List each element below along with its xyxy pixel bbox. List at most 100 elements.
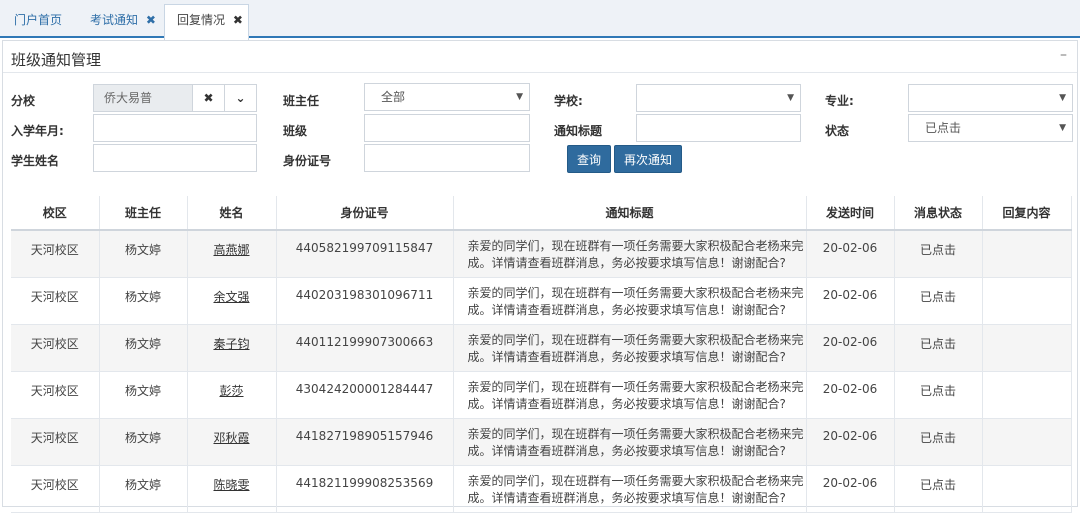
cell-status: 已点击 <box>894 465 983 513</box>
cell-campus: 天河校区 <box>11 371 100 419</box>
cell-teacher: 杨文婷 <box>99 324 188 372</box>
chevron-down-icon[interactable]: ⌄ <box>224 85 256 111</box>
cell-campus: 天河校区 <box>11 324 100 372</box>
tab-label: 考试通知 <box>90 13 139 27</box>
cell-id: 440112199907300663 <box>276 324 454 372</box>
student-name-input[interactable] <box>93 144 257 172</box>
cell-id: 441827198905157946 <box>276 418 454 466</box>
student-name-link[interactable]: 陈晓雯 <box>213 478 249 492</box>
cell-time: 20-02-06 <box>806 465 895 513</box>
cell-campus: 天河校区 <box>11 230 100 278</box>
enroll-date-input[interactable] <box>93 114 257 142</box>
select-arrow-icon: ▼ <box>787 93 794 103</box>
status-value: 已点击 <box>925 121 962 135</box>
clear-icon[interactable]: ✖ <box>192 85 224 111</box>
student-name-link[interactable]: 高燕娜 <box>213 243 249 257</box>
col-header-id[interactable]: 身份证号 <box>276 196 454 231</box>
cell-id: 440203198301096711 <box>276 277 454 325</box>
close-icon[interactable]: ✖ <box>146 13 156 27</box>
tab-label: 门户首页 <box>14 13 63 27</box>
col-header-time[interactable]: 发送时间 <box>806 196 895 231</box>
cell-reply <box>982 465 1072 513</box>
col-header-status[interactable]: 消息状态 <box>894 196 983 231</box>
status-label: 状态 <box>825 124 850 138</box>
cell-name: 高燕娜 <box>187 230 277 278</box>
cell-title: 亲爱的同学们，现在班群有一项任务需要大家积极配合老杨来完成。详情请查看班群消息，… <box>453 418 807 466</box>
major-select[interactable]: ▼ <box>908 84 1073 112</box>
tab-reply-status[interactable]: 回复情况 ✖ <box>164 4 249 40</box>
cell-campus: 天河校区 <box>11 465 100 513</box>
class-input[interactable] <box>364 114 530 142</box>
tab-portal-home[interactable]: 门户首页 <box>14 6 62 38</box>
cell-time: 20-02-06 <box>806 324 895 372</box>
cell-name: 秦子钧 <box>187 324 277 372</box>
close-icon[interactable]: ✖ <box>233 13 243 27</box>
cell-reply <box>982 371 1072 419</box>
cell-title: 亲爱的同学们，现在班群有一项任务需要大家积极配合老杨来完成。详情请查看班群消息，… <box>453 324 807 372</box>
major-label: 专业: <box>825 94 854 108</box>
teacher-select[interactable]: 全部 ▼ <box>364 83 530 111</box>
student-name-link[interactable]: 秦子钧 <box>213 337 249 351</box>
cell-title: 亲爱的同学们，现在班群有一项任务需要大家积极配合老杨来完成。详情请查看班群消息，… <box>453 371 807 419</box>
cell-teacher: 杨文婷 <box>99 230 188 278</box>
table-row: 天河校区 杨文婷 余文强 440203198301096711 亲爱的同学们，现… <box>11 277 1072 325</box>
class-label: 班级 <box>283 124 308 138</box>
enroll-date-label: 入学年月: <box>11 124 64 138</box>
cell-campus: 天河校区 <box>11 418 100 466</box>
class-notice-panel: 班级通知管理 – 分校 侨大易普 ✖ ⌄ 班主任 全部 ▼ 学校: ▼ 专业: … <box>2 40 1078 513</box>
school-select[interactable]: ▼ <box>636 84 801 112</box>
col-header-reply[interactable]: 回复内容 <box>982 196 1072 231</box>
cell-name: 陈晓雯 <box>187 465 277 513</box>
col-header-title[interactable]: 通知标题 <box>453 196 807 231</box>
collapse-icon[interactable]: – <box>1060 47 1067 63</box>
table-row: 天河校区 杨文婷 彭莎 430424200001284447 亲爱的同学们，现在… <box>11 371 1072 419</box>
col-header-name[interactable]: 姓名 <box>187 196 277 231</box>
cell-name: 彭莎 <box>187 371 277 419</box>
table-row: 天河校区 杨文婷 秦子钧 440112199907300663 亲爱的同学们，现… <box>11 324 1072 372</box>
branch-value: 侨大易普 <box>104 91 153 105</box>
cell-name: 邓秋霞 <box>187 418 277 466</box>
col-header-teacher[interactable]: 班主任 <box>99 196 188 231</box>
tab-bar: 门户首页 考试通知 ✖ 回复情况 ✖ <box>0 0 1080 40</box>
branch-label: 分校 <box>11 94 36 108</box>
query-button[interactable]: 查询 <box>567 145 611 173</box>
cell-status: 已点击 <box>894 230 983 278</box>
teacher-value: 全部 <box>381 90 406 104</box>
branch-select[interactable]: 侨大易普 ✖ ⌄ <box>93 84 257 112</box>
panel-header: 班级通知管理 – <box>3 41 1077 73</box>
cell-time: 20-02-06 <box>806 418 895 466</box>
cell-time: 20-02-06 <box>806 230 895 278</box>
cell-campus: 天河校区 <box>11 277 100 325</box>
student-name-link[interactable]: 邓秋霞 <box>213 431 249 445</box>
student-name-link[interactable]: 彭莎 <box>219 384 243 398</box>
cell-id: 440582199709115847 <box>276 230 454 278</box>
notice-title-input[interactable] <box>636 114 801 142</box>
cell-teacher: 杨文婷 <box>99 371 188 419</box>
cell-status: 已点击 <box>894 277 983 325</box>
cell-time: 20-02-06 <box>806 371 895 419</box>
id-card-label: 身份证号 <box>283 154 332 168</box>
status-select[interactable]: 已点击 ▼ <box>908 114 1073 142</box>
tab-exam-notice[interactable]: 考试通知 ✖ <box>90 6 156 38</box>
cell-title: 亲爱的同学们，现在班群有一项任务需要大家积极配合老杨来完成。详情请查看班群消息，… <box>453 465 807 513</box>
cell-reply <box>982 230 1072 278</box>
cell-time: 20-02-06 <box>806 277 895 325</box>
col-header-campus[interactable]: 校区 <box>11 196 100 231</box>
cell-status: 已点击 <box>894 324 983 372</box>
teacher-label: 班主任 <box>283 94 320 108</box>
select-arrow-icon: ▼ <box>1059 123 1066 133</box>
id-card-input[interactable] <box>364 144 530 172</box>
cell-name: 余文强 <box>187 277 277 325</box>
school-label: 学校: <box>554 94 583 108</box>
table-header-row: 校区 班主任 姓名 身份证号 通知标题 发送时间 消息状态 回复内容 <box>11 196 1072 231</box>
page-title: 班级通知管理 <box>11 51 102 69</box>
renotify-button[interactable]: 再次通知 <box>614 145 682 173</box>
cell-title: 亲爱的同学们，现在班群有一项任务需要大家积极配合老杨来完成。详情请查看班群消息，… <box>453 277 807 325</box>
cell-teacher: 杨文婷 <box>99 277 188 325</box>
tab-label: 回复情况 <box>177 13 226 27</box>
notice-title-label: 通知标题 <box>554 124 603 138</box>
table-row: 天河校区 杨文婷 高燕娜 440582199709115847 亲爱的同学们，现… <box>11 230 1072 278</box>
cell-teacher: 杨文婷 <box>99 465 188 513</box>
select-arrow-icon: ▼ <box>1059 93 1066 103</box>
student-name-link[interactable]: 余文强 <box>213 290 249 304</box>
